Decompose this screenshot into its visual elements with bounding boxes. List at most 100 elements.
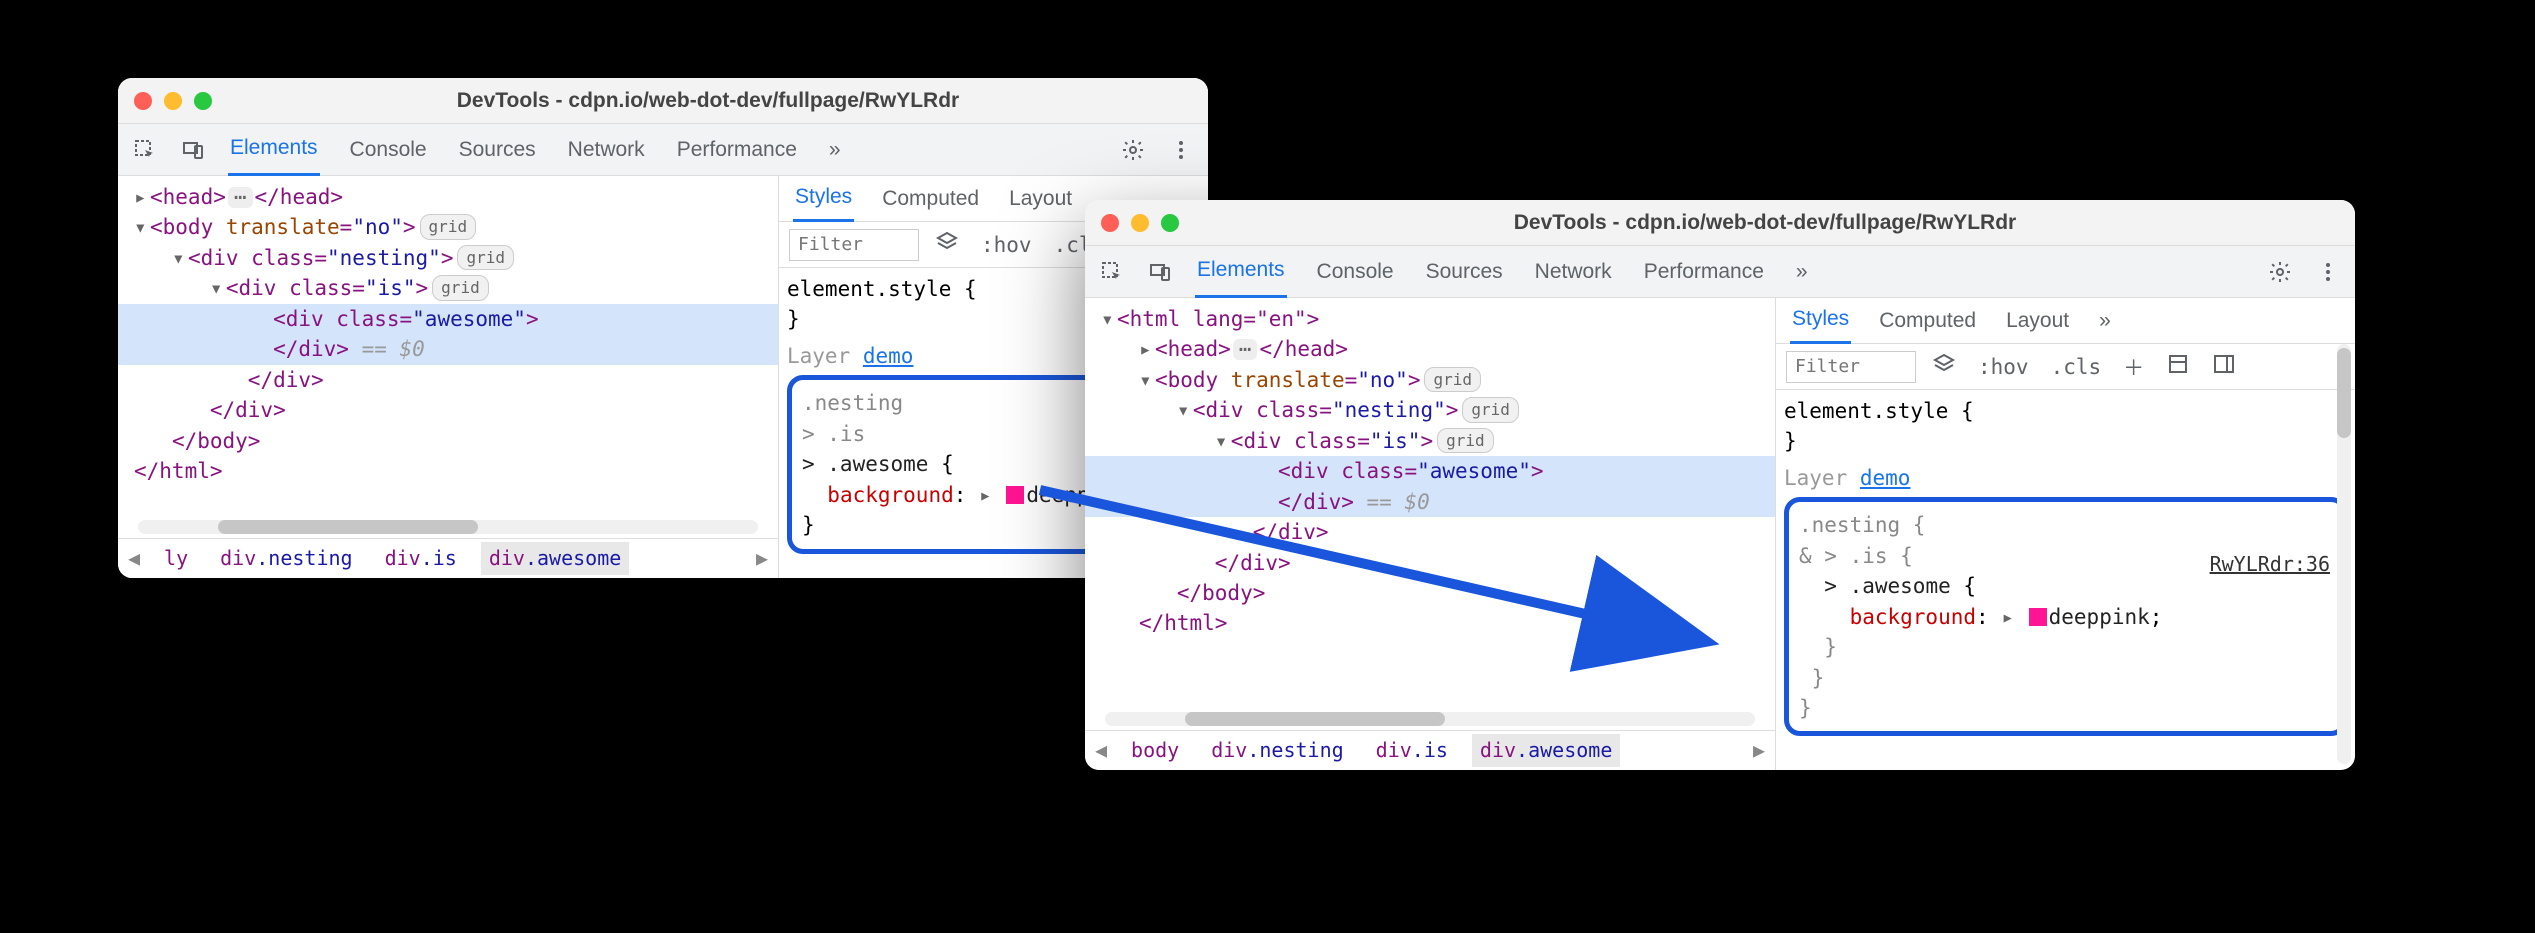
sub-tab-layout[interactable]: Layout: [2004, 298, 2071, 344]
vertical-scrollbar[interactable]: [2337, 344, 2351, 764]
dom-breadcrumbs[interactable]: ◀ ly div.nesting div.is div.awesome ▶: [118, 538, 778, 578]
cls-toggle[interactable]: .cls: [2045, 353, 2108, 381]
devtools-window-after: DevTools - cdpn.io/web-dot-dev/fullpage/…: [1085, 200, 2355, 770]
dom-selected-node[interactable]: <div class=: [273, 307, 412, 331]
tab-network[interactable]: Network: [566, 124, 647, 176]
breadcrumb-body[interactable]: body: [1123, 734, 1187, 767]
dom-tree-panel[interactable]: ▸<head>⋯</head> ▾<body translate="no">gr…: [118, 176, 778, 578]
tabs-overflow-icon[interactable]: »: [827, 124, 839, 176]
dom-tree-panel[interactable]: ▾<html lang="en"> ▸<head>⋯</head> ▾<body…: [1085, 298, 1775, 770]
layers-icon[interactable]: [929, 228, 965, 261]
grid-badge[interactable]: grid: [1437, 428, 1494, 453]
source-link[interactable]: RwYLRdr:36: [2210, 550, 2330, 579]
sub-tab-styles[interactable]: Styles: [793, 176, 854, 222]
main-toolbar: Elements Console Sources Network Perform…: [118, 124, 1208, 176]
css-prop-background[interactable]: background: [827, 483, 953, 507]
main-tabs: Elements Console Sources Network Perform…: [1195, 246, 1806, 298]
kebab-menu-icon[interactable]: [1168, 137, 1194, 163]
expand-icon[interactable]: ▸: [2001, 605, 2014, 629]
tab-elements[interactable]: Elements: [228, 124, 320, 176]
breadcrumb-nesting[interactable]: div.nesting: [1203, 734, 1351, 767]
grid-badge[interactable]: grid: [1424, 367, 1481, 392]
sub-tabs-overflow-icon[interactable]: »: [2097, 298, 2109, 344]
settings-icon[interactable]: [2267, 259, 2293, 285]
horizontal-scrollbar[interactable]: [1105, 712, 1755, 726]
dom-breadcrumbs[interactable]: ◀ body div.nesting div.is div.awesome ▶: [1085, 730, 1775, 770]
chevron-right-icon[interactable]: ▶: [1753, 736, 1765, 765]
device-toggle-icon[interactable]: [180, 137, 206, 163]
devtools-window-before: DevTools - cdpn.io/web-dot-dev/fullpage/…: [118, 78, 1208, 578]
styles-filter-input[interactable]: [789, 229, 919, 261]
inspect-icon[interactable]: [132, 137, 158, 163]
dom-html[interactable]: <html lang="en">: [1117, 307, 1319, 331]
styles-filter-input[interactable]: [1786, 351, 1916, 383]
titlebar[interactable]: DevTools - cdpn.io/web-dot-dev/fullpage/…: [118, 78, 1208, 124]
tab-performance[interactable]: Performance: [1642, 246, 1766, 298]
kebab-menu-icon[interactable]: [2315, 259, 2341, 285]
window-title: DevTools - cdpn.io/web-dot-dev/fullpage/…: [224, 89, 1192, 113]
breadcrumb-awesome[interactable]: div.awesome: [1472, 734, 1620, 767]
dom-head[interactable]: <head>: [150, 185, 226, 209]
close-icon[interactable]: [1101, 214, 1119, 232]
chevron-left-icon[interactable]: ◀: [128, 544, 140, 573]
dom-selected-node[interactable]: <div class=: [1278, 459, 1417, 483]
styles-sub-tabs: Styles Computed Layout »: [1776, 298, 2355, 344]
minimize-icon[interactable]: [1131, 214, 1149, 232]
color-swatch-icon[interactable]: [2029, 608, 2047, 626]
styles-panel: Styles Computed Layout » :hov .cls ＋: [1775, 298, 2355, 770]
settings-icon[interactable]: [1120, 137, 1146, 163]
grid-badge[interactable]: grid: [432, 275, 489, 300]
ellipsis-icon[interactable]: ⋯: [1233, 339, 1258, 360]
main-tabs: Elements Console Sources Network Perform…: [228, 124, 839, 176]
breadcrumb-awesome[interactable]: div.awesome: [481, 542, 629, 575]
hover-toggle[interactable]: :hov: [975, 231, 1038, 259]
breadcrumb-nesting[interactable]: div.nesting: [212, 542, 360, 575]
zoom-icon[interactable]: [1161, 214, 1179, 232]
expand-icon[interactable]: ▸: [979, 483, 992, 507]
layer-link[interactable]: demo: [1860, 466, 1911, 490]
tab-sources[interactable]: Sources: [457, 124, 538, 176]
sidebar-toggle-icon[interactable]: [2206, 350, 2242, 383]
breadcrumb-is[interactable]: div.is: [377, 542, 465, 575]
tab-console[interactable]: Console: [348, 124, 429, 176]
layers-icon[interactable]: [1926, 350, 1962, 383]
close-icon[interactable]: [134, 92, 152, 110]
traffic-lights: [1101, 214, 1179, 232]
hover-toggle[interactable]: :hov: [1972, 353, 2035, 381]
grid-badge[interactable]: grid: [457, 245, 514, 270]
breadcrumb-body[interactable]: ly: [156, 542, 196, 575]
tab-performance[interactable]: Performance: [675, 124, 799, 176]
titlebar[interactable]: DevTools - cdpn.io/web-dot-dev/fullpage/…: [1085, 200, 2355, 246]
element-style-rule[interactable]: element.style {: [1784, 396, 2347, 426]
minimize-icon[interactable]: [164, 92, 182, 110]
tabs-overflow-icon[interactable]: »: [1794, 246, 1806, 298]
tab-console[interactable]: Console: [1315, 246, 1396, 298]
styles-body[interactable]: element.style { } Layer demo RwYLRdr:36 …: [1776, 390, 2355, 770]
sub-tab-layout[interactable]: Layout: [1007, 176, 1074, 222]
horizontal-scrollbar[interactable]: [138, 520, 758, 534]
css-prop-background[interactable]: background: [1850, 605, 1976, 629]
grid-badge[interactable]: grid: [1462, 397, 1519, 422]
window-title: DevTools - cdpn.io/web-dot-dev/fullpage/…: [1191, 211, 2339, 235]
device-toggle-icon[interactable]: [1147, 259, 1173, 285]
chevron-right-icon[interactable]: ▶: [756, 544, 768, 573]
styles-filter-row: :hov .cls ＋: [1776, 344, 2355, 390]
tab-sources[interactable]: Sources: [1424, 246, 1505, 298]
inspect-icon[interactable]: [1099, 259, 1125, 285]
ellipsis-icon[interactable]: ⋯: [228, 187, 253, 208]
color-swatch-icon[interactable]: [1006, 486, 1024, 504]
sub-tab-computed[interactable]: Computed: [1877, 298, 1978, 344]
dollar-zero-hint: == $0: [362, 337, 425, 361]
new-rule-icon[interactable]: ＋: [2117, 350, 2150, 384]
zoom-icon[interactable]: [194, 92, 212, 110]
computed-toggle-icon[interactable]: [2160, 350, 2196, 383]
grid-badge[interactable]: grid: [420, 214, 477, 239]
layer-link[interactable]: demo: [863, 344, 914, 368]
layer-label: Layer: [787, 344, 850, 368]
tab-elements[interactable]: Elements: [1195, 246, 1287, 298]
tab-network[interactable]: Network: [1533, 246, 1614, 298]
chevron-left-icon[interactable]: ◀: [1095, 736, 1107, 765]
sub-tab-computed[interactable]: Computed: [880, 176, 981, 222]
breadcrumb-is[interactable]: div.is: [1368, 734, 1456, 767]
sub-tab-styles[interactable]: Styles: [1790, 298, 1851, 344]
